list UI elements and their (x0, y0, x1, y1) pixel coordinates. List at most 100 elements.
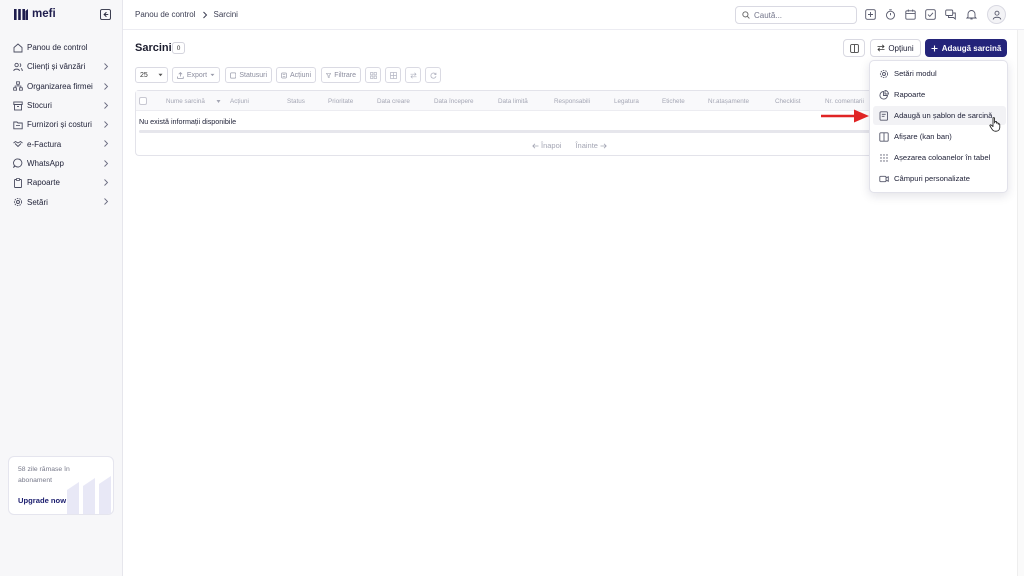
menu-item-custom-fields[interactable]: Câmpuri personalizate (873, 169, 1006, 188)
column-header[interactable]: Data limită (498, 98, 528, 105)
add-square-icon[interactable] (865, 9, 876, 20)
plus-icon (931, 45, 938, 51)
column-header[interactable]: Checklist (775, 98, 801, 105)
menu-item-module-settings[interactable]: Setări modul (873, 64, 1006, 83)
column-header[interactable]: Nr. comentarii (825, 98, 864, 105)
sidebar-item-whatsapp[interactable]: WhatsApp (0, 154, 122, 173)
red-arrow-annotation-icon (821, 109, 869, 123)
column-header[interactable]: Legatura (614, 98, 639, 105)
select-all-checkbox[interactable] (139, 97, 147, 105)
sync-button[interactable] (405, 67, 421, 83)
chevron-right-icon (104, 82, 109, 90)
breadcrumb-current: Sarcini (213, 10, 238, 19)
grip-icon (880, 153, 888, 162)
vertical-scrollbar[interactable] (1017, 30, 1024, 576)
upgrade-now-label: Upgrade now (18, 496, 67, 505)
menu-item-kanban-view[interactable]: Afișare (kan ban) (873, 127, 1006, 146)
menu-item-label: Setări modul (894, 69, 937, 78)
sidebar-item-label: Furnizori și costuri (27, 120, 92, 130)
caret-down-icon (210, 73, 215, 77)
table-header: Nume sarcină Acțiuni Status Prioritate D… (136, 91, 876, 111)
sidebar-item-settings[interactable]: Setări (0, 192, 122, 211)
search-box[interactable] (735, 6, 857, 24)
column-header[interactable]: Prioritate (328, 98, 353, 105)
add-task-button[interactable]: Adaugă sarcină (925, 39, 1007, 57)
grid-icon (369, 71, 377, 79)
page-size-select[interactable]: 25 (135, 67, 168, 83)
sidebar-item-dashboard[interactable]: Panou de control (0, 38, 122, 57)
column-header[interactable]: Responsabili (554, 98, 590, 105)
chevron-right-icon (104, 140, 109, 148)
kanban-icon (879, 131, 889, 142)
user-avatar[interactable] (987, 5, 1006, 24)
bell-icon[interactable] (966, 9, 977, 20)
empty-table-message: Nu există informații disponibile (139, 117, 237, 126)
box-icon (13, 101, 23, 110)
menu-item-label: Câmpuri personalizate (894, 174, 970, 183)
custom-fields-icon (879, 175, 889, 182)
search-input[interactable] (754, 10, 844, 20)
export-label: Export (186, 71, 208, 79)
horizontal-scrollbar[interactable] (139, 130, 873, 133)
checkbox-icon[interactable] (925, 9, 936, 20)
columns-icon (849, 43, 859, 53)
calendar-icon[interactable] (905, 9, 916, 20)
column-header[interactable]: Data creare (377, 98, 410, 105)
split-view-button[interactable] (843, 39, 865, 57)
template-icon (879, 110, 888, 121)
table-view-button[interactable] (385, 67, 401, 83)
refresh-icon (429, 72, 436, 79)
filter-button[interactable]: Filtrare (321, 67, 361, 83)
sidebar-item-label: e-Factura (27, 139, 62, 149)
user-icon (992, 10, 1001, 20)
grid-view-button[interactable] (365, 67, 381, 83)
sidebar-item-label: Setări (27, 197, 48, 207)
column-header[interactable]: Nume sarcină (166, 98, 205, 105)
task-count-badge: 0 (172, 42, 185, 54)
menu-item-column-arrangement[interactable]: Așezarea coloanelor în tabel (873, 148, 1006, 167)
subscription-promo-card: 58 zile rămase în abonament Upgrade now (8, 456, 114, 515)
export-button[interactable]: Export (172, 67, 220, 83)
sidebar-item-stocks[interactable]: Stocuri (0, 96, 122, 115)
refresh-button[interactable] (425, 67, 441, 83)
column-header[interactable]: Acțiuni (230, 98, 249, 105)
page-size-value: 25 (140, 71, 148, 79)
chevron-right-icon (104, 102, 109, 109)
chevron-right-icon (104, 159, 109, 167)
org-icon (13, 81, 23, 91)
column-header[interactable]: Nr.atașamente (708, 98, 749, 105)
logo-watermark-icon (67, 476, 111, 514)
column-header[interactable]: Status (287, 98, 305, 105)
menu-item-add-task-template[interactable]: Adaugă un șablon de sarcină (873, 106, 1006, 125)
chevron-right-icon (104, 63, 109, 71)
sidebar-item-clients[interactable]: Clienți și vânzări (0, 57, 122, 76)
stopwatch-icon[interactable] (885, 9, 896, 20)
column-header[interactable]: Etichete (662, 98, 685, 105)
chat-icon[interactable] (945, 9, 956, 20)
options-button[interactable]: Opțiuni (870, 39, 921, 57)
sidebar-item-suppliers[interactable]: Furnizori și costuri (0, 115, 122, 134)
tasks-table: Nume sarcină Acțiuni Status Prioritate D… (135, 90, 876, 156)
column-header[interactable]: Data începere (434, 98, 474, 105)
sidebar-nav: Panou de control Clienți și vânzări Orga… (0, 38, 122, 212)
breadcrumb-dashboard[interactable]: Panou de control (135, 10, 196, 19)
next-page-button[interactable]: Înainte (575, 141, 607, 150)
collapse-sidebar-icon[interactable] (100, 9, 111, 20)
arrow-left-icon (532, 143, 539, 148)
arrow-right-icon (600, 143, 607, 148)
app-logo[interactable]: mefi (14, 8, 56, 20)
prev-page-button[interactable]: Înapoi (532, 141, 561, 150)
sidebar-item-reports[interactable]: Rapoarte (0, 173, 122, 192)
sidebar-item-organization[interactable]: Organizarea firmei (0, 77, 122, 96)
sort-down-icon[interactable] (216, 99, 221, 104)
statuses-button[interactable]: Statusuri (225, 67, 272, 83)
page-title: Sarcini (135, 42, 172, 54)
gear-icon (879, 69, 889, 78)
sidebar: mefi Panou de control Clienți și vânzări… (0, 0, 123, 576)
statuses-label: Statusuri (239, 71, 267, 79)
pagination: Înapoi Înainte (532, 141, 607, 150)
sidebar-item-efactura[interactable]: e-Factura (0, 134, 122, 153)
menu-item-reports[interactable]: Rapoarte (873, 85, 1006, 104)
sidebar-item-label: Clienți și vânzări (27, 62, 86, 72)
actions-button[interactable]: Acțiuni (276, 67, 316, 83)
